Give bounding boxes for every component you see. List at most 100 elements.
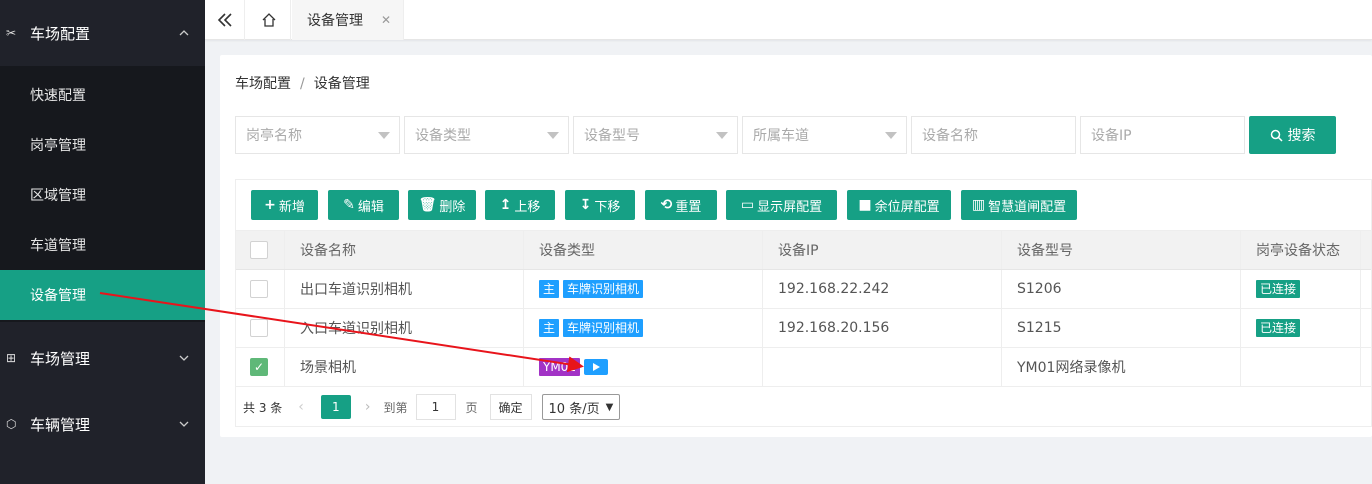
header-device-model[interactable]: 设备型号 bbox=[1002, 231, 1241, 269]
cube-icon: ⬡ bbox=[6, 417, 17, 431]
button-label: 显示屏配置 bbox=[757, 199, 823, 215]
close-icon[interactable]: ✕ bbox=[381, 13, 391, 27]
sidebar-item-booth[interactable]: 岗亭管理 bbox=[0, 120, 205, 170]
header-label: 岗亭设备状态 bbox=[1256, 243, 1340, 259]
device-table: + 新增 ✎ 编辑 🗑 删除 ↥ 上移 ↧ 下移 ⟲ 重置 ▭ 显示屏配置 ■ 余位屏配置 ▥ 智… bbox=[235, 179, 1372, 427]
device-model: S1206 bbox=[1017, 281, 1062, 297]
device-name-cell: 场景相机 bbox=[285, 348, 524, 386]
device-name-cell: 入口车道识别相机 bbox=[285, 309, 524, 347]
button-label: 编辑 bbox=[357, 199, 384, 215]
header-device-type[interactable]: 设备类型 bbox=[524, 231, 763, 269]
header-select-all-cell bbox=[236, 231, 285, 269]
search-button[interactable]: 搜索 bbox=[1249, 116, 1336, 154]
breadcrumb-current: 设备管理 bbox=[313, 76, 370, 92]
main-tag: 主 bbox=[539, 280, 560, 298]
add-button[interactable]: + 新增 bbox=[251, 190, 318, 220]
select-all-checkbox[interactable] bbox=[250, 241, 268, 259]
device-ip-cell: 192.168.22.242 bbox=[763, 270, 1002, 308]
type-tag: 车牌识别相机 bbox=[563, 319, 644, 337]
sidebar-group-vehicle-manage[interactable]: ⬡ 车辆管理 bbox=[0, 391, 205, 457]
home-icon bbox=[262, 13, 275, 27]
row-checkbox[interactable] bbox=[250, 319, 268, 337]
device-ip-cell: 192.168.20.156 bbox=[763, 309, 1002, 347]
sidebar-item-quick-config[interactable]: 快速配置 bbox=[0, 70, 205, 120]
type-tag: 车牌识别相机 bbox=[563, 280, 644, 298]
sidebar-item-label: 设备管理 bbox=[30, 288, 86, 304]
edit-button[interactable]: ✎ 编辑 bbox=[328, 190, 399, 220]
display-config-button[interactable]: ▭ 显示屏配置 bbox=[726, 190, 837, 220]
row-select-cell bbox=[236, 270, 285, 308]
tab-device-manage[interactable]: 设备管理 ✕ bbox=[292, 0, 404, 40]
move-up-button[interactable]: ↥ 上移 bbox=[485, 190, 555, 220]
header-label: 设备名称 bbox=[300, 243, 356, 259]
sidebar-group-label: 车场管理 bbox=[30, 349, 91, 368]
table-row[interactable]: 入口车道识别相机 主车牌识别相机 192.168.20.156 S1215 已连… bbox=[236, 309, 1371, 348]
model-tag: YM01 bbox=[539, 358, 580, 376]
breadcrumb-parent[interactable]: 车场配置 bbox=[235, 76, 291, 92]
status-badge: 已连接 bbox=[1256, 319, 1301, 337]
breadcrumb-separator: / bbox=[300, 76, 305, 92]
button-label: 新增 bbox=[278, 199, 305, 215]
prev-page-icon[interactable]: ‹ bbox=[298, 399, 304, 415]
delete-button[interactable]: 🗑 删除 bbox=[408, 190, 476, 220]
device-type-select[interactable]: 设备类型 bbox=[404, 116, 569, 154]
header-device-name[interactable]: 设备名称 bbox=[285, 231, 524, 269]
header-label: 设备类型 bbox=[539, 243, 595, 259]
page-1-button[interactable]: 1 bbox=[320, 395, 351, 419]
sidebar-group-parking-manage[interactable]: ⊞ 车场管理 bbox=[0, 325, 205, 391]
chevron-up-icon bbox=[179, 28, 189, 38]
tools-icon: ✂ bbox=[6, 26, 17, 40]
table-row[interactable]: 出口车道识别相机 主车牌识别相机 192.168.22.242 S1206 已连… bbox=[236, 270, 1371, 309]
select-placeholder: 所属车道 bbox=[753, 128, 809, 144]
sort-down-icon: ↧ bbox=[579, 197, 592, 213]
home-tab[interactable] bbox=[247, 0, 291, 40]
plus-icon: + bbox=[264, 197, 276, 213]
header-label: 设备型号 bbox=[1017, 243, 1073, 259]
chevron-down-icon: ▼ bbox=[605, 401, 614, 413]
row-select-cell: ✓ bbox=[236, 348, 285, 386]
status-badge: 已连接 bbox=[1256, 280, 1301, 298]
header-booth-status[interactable]: 岗亭设备状态 bbox=[1241, 231, 1361, 269]
device-name: 场景相机 bbox=[300, 360, 356, 376]
device-model-select[interactable]: 设备型号 bbox=[573, 116, 738, 154]
goto-page-input[interactable]: 1 bbox=[415, 394, 456, 420]
double-chevron-left-icon bbox=[217, 13, 232, 27]
sidebar-item-lane[interactable]: 车道管理 bbox=[0, 220, 205, 270]
page-unit-label: 页 bbox=[465, 400, 478, 415]
sidebar-item-label: 车道管理 bbox=[30, 238, 86, 254]
gate-config-button[interactable]: ▥ 智慧道闸配置 bbox=[961, 190, 1077, 220]
sidebar-item-device[interactable]: 设备管理 bbox=[0, 270, 205, 320]
button-label: 上移 bbox=[514, 199, 541, 215]
device-name-input[interactable]: 设备名称 bbox=[911, 116, 1076, 154]
button-label: 余位屏配置 bbox=[874, 199, 940, 215]
remaining-config-button[interactable]: ■ 余位屏配置 bbox=[847, 190, 951, 220]
page-size-select[interactable]: 10 条/页 ▼ bbox=[541, 394, 621, 420]
booth-name-select[interactable]: 岗亭名称 bbox=[235, 116, 400, 154]
caret-down-icon bbox=[716, 132, 728, 139]
sidebar-item-area[interactable]: 区域管理 bbox=[0, 170, 205, 220]
sidebar-group-parking-config[interactable]: ✂ 车场配置 bbox=[0, 0, 205, 66]
row-checkbox[interactable] bbox=[250, 280, 268, 298]
page-size-value: 10 条/页 bbox=[548, 401, 600, 417]
goto-confirm-button[interactable]: 确定 bbox=[489, 394, 532, 420]
sidebar-item-label: 区域管理 bbox=[30, 188, 86, 204]
device-ip-input[interactable]: 设备IP bbox=[1080, 116, 1245, 154]
button-label: 重置 bbox=[675, 199, 702, 215]
device-type-cell: YM01 bbox=[524, 348, 763, 386]
pagination: 共 3 条 ‹ 1 › 到第 1 页 确定 10 条/页 ▼ bbox=[236, 387, 1371, 427]
sidebar-item-label: 快速配置 bbox=[30, 88, 86, 104]
chevron-down-icon bbox=[179, 353, 189, 363]
collapse-sidebar-button[interactable] bbox=[205, 0, 245, 40]
move-down-button[interactable]: ↧ 下移 bbox=[565, 190, 635, 220]
header-device-ip[interactable]: 设备IP bbox=[763, 231, 1002, 269]
tab-bar: 设备管理 ✕ bbox=[205, 0, 1372, 40]
table-row[interactable]: ✓ 场景相机 YM01 YM01网络录像机 bbox=[236, 348, 1371, 387]
status-cell: 已连接 bbox=[1241, 309, 1361, 347]
device-name: 出口车道识别相机 bbox=[300, 282, 412, 298]
row-checkbox-checked[interactable]: ✓ bbox=[250, 358, 268, 376]
reset-button[interactable]: ⟲ 重置 bbox=[645, 190, 717, 220]
lane-select[interactable]: 所属车道 bbox=[742, 116, 907, 154]
breadcrumb: 车场配置 / 设备管理 bbox=[235, 73, 370, 93]
next-page-icon[interactable]: › bbox=[365, 399, 371, 415]
device-ip: 192.168.20.156 bbox=[778, 320, 890, 336]
